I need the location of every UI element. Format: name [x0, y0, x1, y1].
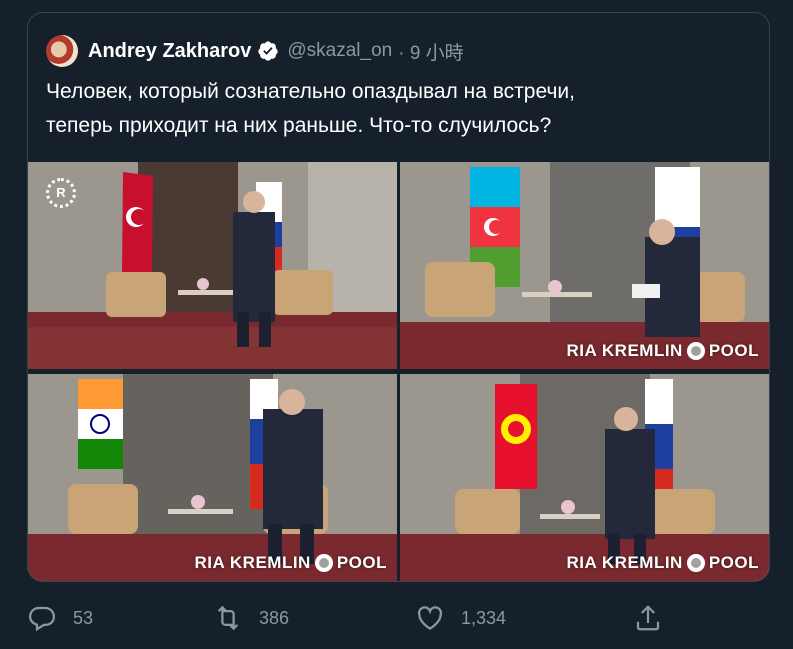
ria-logo-icon [314, 554, 333, 572]
retweet-button[interactable]: 386 [213, 596, 289, 640]
share-button[interactable] [633, 596, 679, 640]
photo-3-image [28, 374, 397, 581]
photo-4[interactable]: RIA KREMLIN POOL [400, 374, 769, 581]
watermark-text: POOL [708, 341, 759, 360]
tweet-card[interactable]: Andrey Zakharov @skazal_on · 9 小時 Челове… [27, 12, 770, 582]
like-button[interactable]: 1,334 [415, 596, 506, 640]
ria-logo-icon [686, 554, 705, 572]
share-icon [636, 605, 660, 631]
retweet-icon [217, 605, 239, 631]
watermark-text: POOL [708, 553, 759, 572]
media-grid: R RIA KREMLIN POOL RIA KREMLIN POOL RIA … [28, 162, 769, 581]
ria-logo-icon [686, 342, 705, 360]
tweet-header: Andrey Zakharov @skazal_on · 9 小時 [46, 35, 464, 67]
retweet-count: 386 [259, 607, 290, 628]
ria-watermark-3: RIA KREMLIN POOL [195, 553, 387, 573]
reply-button[interactable]: 53 [27, 596, 93, 640]
tweet-timestamp[interactable]: · 9 小時 [398, 38, 463, 65]
reply-icon [28, 606, 56, 632]
photo-4-image [400, 374, 769, 581]
tweet-actions: 53 386 1,334 [0, 596, 793, 640]
photo-1[interactable]: R [28, 162, 397, 369]
watermark-text: RIA KREMLIN [566, 341, 683, 360]
watermark-text: RIA KREMLIN [194, 553, 311, 572]
watermark-text: POOL [336, 553, 387, 572]
photo-2[interactable]: RIA KREMLIN POOL [400, 162, 769, 369]
photo-3[interactable]: RIA KREMLIN POOL [28, 374, 397, 581]
author-avatar[interactable] [46, 35, 78, 67]
photo-1-image [28, 162, 397, 369]
watermark-text: RIA KREMLIN [566, 553, 683, 572]
author-handle[interactable]: @skazal_on [287, 40, 392, 62]
heart-icon [417, 606, 443, 630]
tweet-text: Человек, который сознательно опаздывал н… [46, 80, 575, 137]
rudaw-logo-icon: R [46, 178, 76, 208]
verified-badge-icon [258, 41, 279, 61]
ria-watermark-2: RIA KREMLIN POOL [567, 341, 759, 361]
like-count: 1,334 [461, 607, 507, 628]
author-name[interactable]: Andrey Zakharov [88, 40, 251, 63]
photo-2-image [400, 162, 769, 369]
ria-watermark-4: RIA KREMLIN POOL [567, 553, 759, 573]
reply-count: 53 [73, 607, 94, 628]
